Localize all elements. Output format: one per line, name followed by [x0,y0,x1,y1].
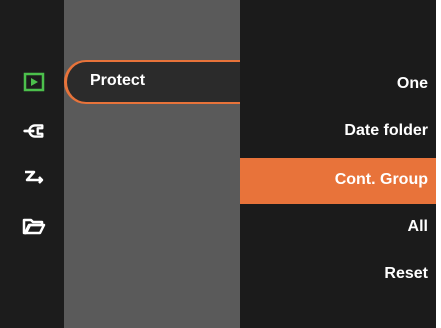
option-one[interactable]: One [397,75,428,93]
camera-menu-screen: Protect One Date folder Cont. Group All … [0,0,436,328]
transfer-icon[interactable] [22,168,46,188]
option-all[interactable]: All [408,218,428,236]
wrench-icon[interactable] [22,121,46,141]
sidebar [0,0,64,328]
submenu-panel [64,0,240,328]
option-reset[interactable]: Reset [384,265,428,283]
option-cont-group[interactable]: Cont. Group [335,171,428,189]
folder-icon[interactable] [22,216,46,236]
option-date-folder[interactable]: Date folder [344,122,428,140]
protect-label: Protect [90,72,146,89]
play-icon[interactable] [22,72,46,92]
